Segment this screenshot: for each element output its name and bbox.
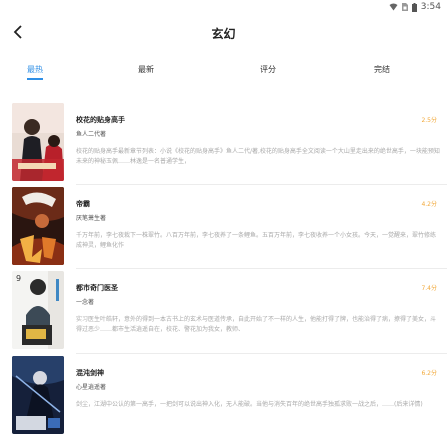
divider [76,268,447,269]
book-description: 剑尘，江湖中公认的第一高手，一把剑可以说出神入化，无人能破。当他与消失百年的绝世… [76,401,423,408]
divider [76,353,447,354]
book-score: 4.2分 [421,201,437,208]
book-title: 校花的贴身高手 [76,116,125,124]
book-score: 7.4分 [421,285,437,292]
book-item[interactable]: 混沌剑神 心星逍遥著 剑尘，江湖中公认的第一高手，一把剑可以说出神入化，无人能破… [0,356,447,437]
book-author: 鱼人二代著 [76,131,107,138]
page-title: 玄幻 [211,27,236,41]
app-bar: 玄幻 [0,18,447,48]
active-tab-indicator [27,78,43,80]
book-cover [12,103,64,181]
book-description: 校花的贴身高手最新章节列表：小说《校花的贴身高手》鱼人二代/著,校花的贴身高手全… [76,148,440,165]
status-time: 3:54 [420,2,441,12]
book-item[interactable]: 9 都市奇门医圣 一念著 实习医生叶皓轩，意外的得到一本古书上的玄术与医道传承，… [0,271,447,355]
book-author: 厌笔萧生著 [76,215,107,222]
tab-bar: 最热 最新 评分 完结 [0,60,447,90]
status-bar: 3:54 [0,0,447,16]
book-title: 都市奇门医圣 [76,284,118,292]
book-cover [12,187,64,265]
tab-newest[interactable]: 最新 [138,64,154,75]
battery-icon [411,2,417,12]
book-item[interactable]: 校花的贴身高手 鱼人二代著 校花的贴身高手最新章节列表：小说《校花的贴身高手》鱼… [0,103,447,187]
book-cover [12,356,64,434]
book-cover: 9 [12,271,64,349]
divider [76,184,447,185]
book-title: 混沌剑神 [76,369,104,377]
book-author: 心星逍遥著 [76,384,107,391]
book-score: 6.2分 [421,370,437,377]
book-item[interactable]: 帝霸 厌笔萧生著 千万年前，李七夜栽下一株翠竹。八百万年前，李七夜养了一条鲤鱼。… [0,187,447,271]
book-title: 帝霸 [76,200,90,208]
tab-completed[interactable]: 完结 [374,64,390,75]
sim-icon [401,3,408,11]
book-author: 一念著 [76,299,95,306]
svg-text:9: 9 [16,274,21,283]
status-icons: 3:54 [389,2,441,12]
book-score: 2.5分 [421,117,437,124]
tab-rating[interactable]: 评分 [260,64,276,75]
tab-hottest[interactable]: 最热 [27,64,43,75]
book-description: 实习医生叶皓轩，意外的得到一本古书上的玄术与医道传承，自此开始了不一样的人生，他… [76,316,437,333]
book-description: 千万年前，李七夜栽下一株翠竹。八百万年前，李七夜养了一条鲤鱼。五百万年前，李七夜… [76,232,437,249]
wifi-icon [389,3,398,11]
